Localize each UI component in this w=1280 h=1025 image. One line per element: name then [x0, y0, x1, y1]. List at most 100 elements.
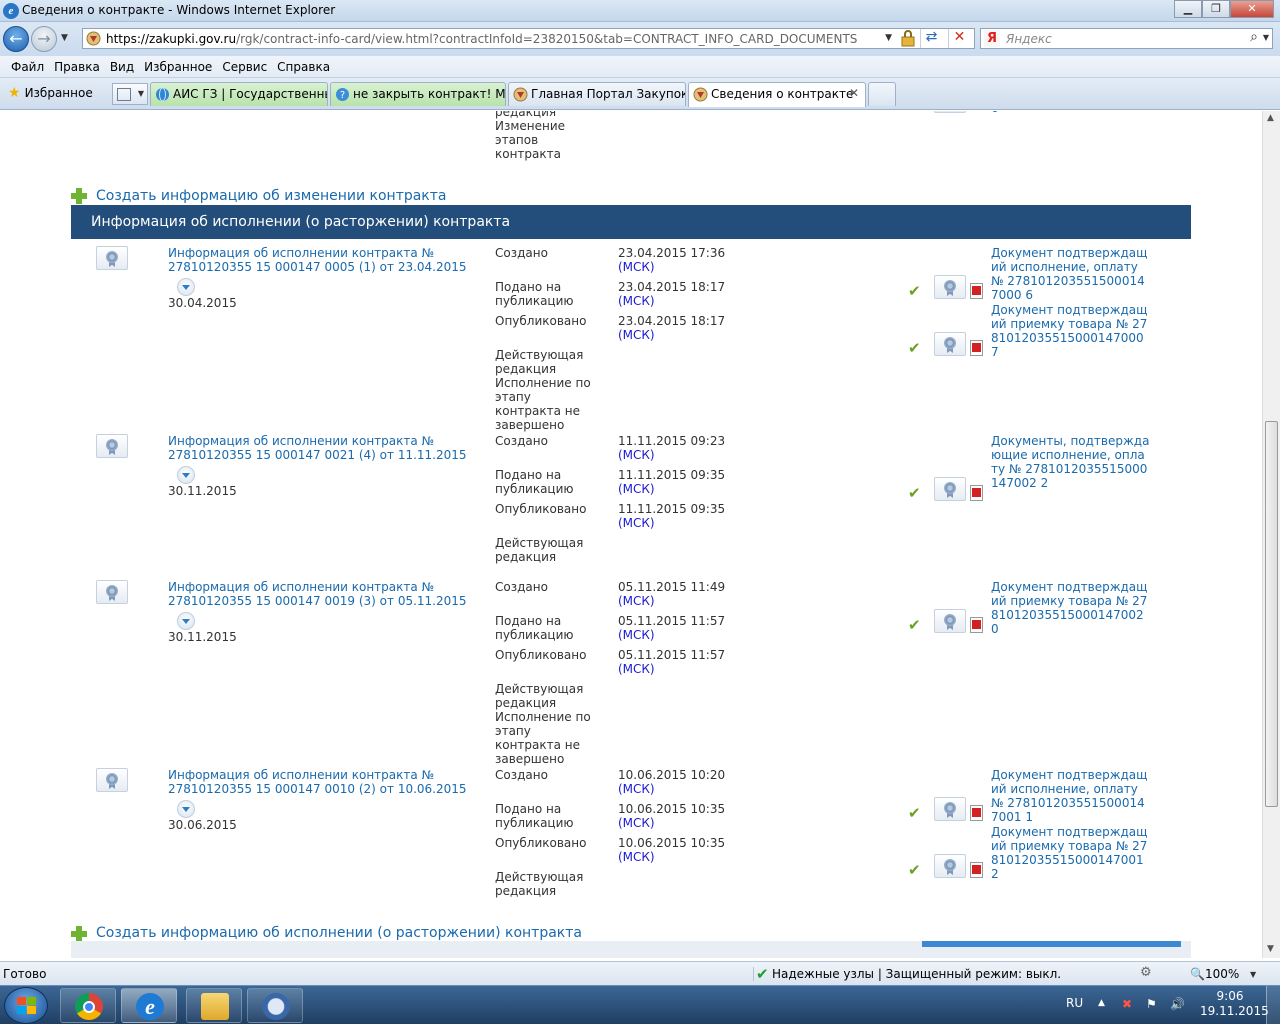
signature-icon[interactable]: [96, 768, 128, 792]
created-time: 11.11.2015 09:23: [618, 434, 726, 448]
menu-edit[interactable]: Правка: [49, 56, 105, 77]
forward-button[interactable]: →: [31, 26, 57, 52]
restore-button[interactable]: ❐: [1202, 0, 1230, 18]
pdf-icon[interactable]: [970, 485, 983, 501]
refresh-icon[interactable]: ⇄: [920, 29, 942, 48]
create-change-link[interactable]: Создать информацию об изменении контракт…: [96, 188, 447, 204]
tab-main-portal[interactable]: Главная Портал Закупок: [508, 82, 686, 106]
record-title[interactable]: Информация об исполнении контракта № 278…: [168, 768, 468, 796]
zoom-level[interactable]: 🔍100%: [1190, 967, 1239, 981]
doc-link[interactable]: Документ подтверждащий исполнение, оплат…: [991, 246, 1151, 302]
taskbar: e RU ▲ ✖ ⚑ 🔊 9:06 19.11.2015: [0, 985, 1280, 1025]
lock-icon[interactable]: [900, 30, 916, 47]
signature-icon[interactable]: [934, 609, 966, 633]
mail-icon: [262, 993, 290, 1020]
pdf-icon[interactable]: [970, 862, 983, 878]
taskbar-ie[interactable]: e: [121, 988, 177, 1023]
signature-icon[interactable]: [934, 477, 966, 501]
taskbar-explorer[interactable]: [186, 988, 242, 1023]
tab-forum[interactable]: ? не закрыть контракт! Мо...: [330, 82, 506, 106]
gear-icon[interactable]: ⚙: [1140, 965, 1152, 980]
network-warning-icon[interactable]: ✖: [1122, 997, 1136, 1011]
signature-icon[interactable]: [96, 434, 128, 458]
scroll-thumb[interactable]: [1265, 421, 1278, 807]
search-field[interactable]: Я Яндекс ⌕ ▼: [980, 28, 1273, 49]
partial-doc-link[interactable]: 6: [991, 111, 999, 115]
signature-icon[interactable]: [934, 332, 966, 356]
menu-view[interactable]: Вид: [105, 56, 139, 77]
security-zone[interactable]: ✔ Надежные узлы | Защищенный режим: выкл.: [753, 965, 1061, 983]
tab-contract-info[interactable]: Сведения о контракте ✕: [688, 82, 866, 107]
url-dropdown[interactable]: ▼: [885, 33, 892, 43]
signature-icon[interactable]: [934, 797, 966, 821]
label-published: Опубликовано: [495, 836, 587, 850]
doc-link[interactable]: Документ подтверждащий исполнение, оплат…: [991, 768, 1151, 824]
menu-file[interactable]: Файл: [6, 56, 49, 77]
record-status: Действующая редакция Исполнение по этапу…: [495, 682, 591, 766]
label-created: Создано: [495, 434, 548, 448]
show-hidden-icons[interactable]: ▲: [1098, 998, 1105, 1008]
menu-favorites[interactable]: Избранное: [139, 56, 217, 77]
clock[interactable]: 9:06 19.11.2015: [1200, 989, 1269, 1019]
record-title[interactable]: Информация об исполнении контракта № 278…: [168, 580, 468, 608]
signature-icon[interactable]: [934, 275, 966, 299]
grid-icon: [117, 88, 131, 101]
label-published: Опубликовано: [495, 502, 587, 516]
tab-ais-gz[interactable]: АИС ГЗ | Государственны...: [150, 82, 328, 106]
pdf-icon[interactable]: [970, 283, 983, 299]
volume-icon[interactable]: 🔊: [1170, 997, 1185, 1011]
doc-link[interactable]: Документ подтверждащий приемку товара № …: [991, 580, 1151, 636]
pdf-icon[interactable]: [970, 617, 983, 633]
search-icon[interactable]: ⌕: [1250, 29, 1258, 45]
favorites-button[interactable]: ★ Избранное: [8, 85, 93, 101]
published-time: 11.11.2015 09:35: [618, 502, 726, 516]
signature-icon[interactable]: [96, 580, 128, 604]
partial-status: редакция Изменение этапов контракта: [495, 111, 566, 161]
taskbar-chrome[interactable]: [60, 988, 116, 1023]
record-status: Действующая редакция: [495, 870, 584, 898]
scroll-down-icon[interactable]: ▼: [1267, 944, 1274, 954]
doc-link[interactable]: Документы, подтверждающие исполнение, оп…: [991, 434, 1151, 490]
pdf-icon[interactable]: [970, 805, 983, 821]
vertical-scrollbar[interactable]: ▲ ▼: [1262, 111, 1280, 958]
expand-icon[interactable]: [177, 612, 195, 630]
doc-link[interactable]: Документ подтверждащий приемку товара № …: [991, 825, 1151, 881]
start-button[interactable]: [4, 987, 48, 1024]
signature-icon[interactable]: [934, 854, 966, 878]
expand-icon[interactable]: [177, 800, 195, 818]
new-tab-button[interactable]: [868, 82, 896, 106]
timezone-label: (МСК): [618, 448, 655, 462]
record-title[interactable]: Информация об исполнении контракта № 278…: [168, 434, 468, 462]
taskbar-mail[interactable]: [247, 988, 303, 1023]
address-field[interactable]: https://zakupki.gov.ru/rgk/contract-info…: [82, 28, 975, 49]
chevron-down-icon[interactable]: ▼: [1250, 970, 1256, 979]
close-window-button[interactable]: ✕: [1230, 0, 1274, 18]
plus-icon: [71, 188, 87, 204]
published-time: 23.04.2015 18:17: [618, 314, 726, 328]
address-toolbar: ← → ▼ https://zakupki.gov.ru/rgk/contrac…: [0, 22, 1280, 56]
partial-signature-icon[interactable]: [934, 111, 966, 113]
quick-tabs-button[interactable]: ▼: [112, 83, 148, 105]
recent-pages-dropdown[interactable]: ▼: [61, 33, 68, 43]
create-execution-link[interactable]: Создать информацию об исполнении (о раст…: [96, 925, 582, 941]
doc-link[interactable]: Документ подтверждащий приемку товара № …: [991, 303, 1151, 359]
back-button[interactable]: ←: [3, 26, 29, 52]
signature-icon[interactable]: [96, 246, 128, 270]
search-options-dropdown[interactable]: ▼: [1263, 33, 1269, 42]
check-icon: ✔: [908, 616, 921, 634]
menu-help[interactable]: Справка: [272, 56, 335, 77]
show-desktop-button[interactable]: [1266, 986, 1280, 1025]
action-center-icon[interactable]: ⚑: [1146, 997, 1160, 1011]
scroll-up-icon[interactable]: ▲: [1267, 113, 1274, 123]
minimize-button[interactable]: ▁: [1174, 0, 1202, 18]
record-title[interactable]: Информация об исполнении контракта № 278…: [168, 246, 468, 274]
pdf-icon[interactable]: [970, 340, 983, 356]
expand-icon[interactable]: [177, 278, 195, 296]
menu-tools[interactable]: Сервис: [217, 56, 272, 77]
stop-icon[interactable]: ✕: [948, 29, 970, 48]
created-time: 23.04.2015 17:36: [618, 246, 726, 260]
site-emblem-icon: [513, 87, 528, 102]
expand-icon[interactable]: [177, 466, 195, 484]
language-indicator[interactable]: RU: [1066, 996, 1083, 1010]
close-tab-icon[interactable]: ✕: [849, 86, 859, 100]
